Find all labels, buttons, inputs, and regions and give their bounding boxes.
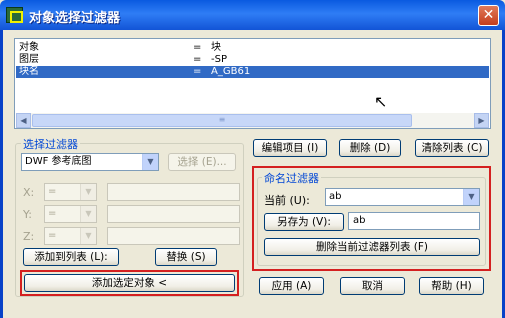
edit-item-button[interactable]: 编辑项目 (I)	[253, 139, 327, 157]
scroll-left-icon[interactable]: ◀	[16, 113, 31, 128]
x-value-field[interactable]	[107, 183, 240, 201]
replace-button[interactable]: 替换 (S)	[155, 248, 217, 266]
filter-name: 图层	[19, 54, 39, 65]
window-frame-left	[0, 30, 3, 318]
mouse-cursor-icon: ↖	[374, 92, 388, 111]
add-to-list-button[interactable]: 添加到列表 (L):	[23, 248, 119, 266]
filter-operator: =	[193, 54, 202, 65]
chevron-down-icon: ▼	[80, 206, 96, 222]
filter-type-value: DWF 参考底图	[25, 156, 92, 167]
horizontal-scrollbar[interactable]: ◀ ≡ ▶	[16, 113, 489, 128]
filter-value: 块	[211, 42, 221, 53]
chevron-down-icon: ▼	[463, 189, 479, 205]
y-operator-dropdown[interactable]: = ▼	[44, 205, 97, 223]
filter-list[interactable]: 对象 = 块 图层 = -SP 块名 = A_GB61 ◀ ≡ ▶	[14, 38, 491, 129]
z-operator-dropdown[interactable]: = ▼	[44, 227, 97, 245]
scroll-right-icon[interactable]: ▶	[474, 113, 489, 128]
select-filter-title: 选择过滤器	[21, 136, 80, 152]
filter-name: 对象	[19, 42, 39, 53]
help-button[interactable]: 帮助 (H)	[419, 277, 484, 295]
current-filter-label: 当前 (U):	[264, 194, 310, 207]
add-selected-objects-button[interactable]: 添加选定对象 <	[24, 274, 235, 292]
save-as-name-field[interactable]: ab	[348, 212, 480, 230]
chevron-down-icon: ▼	[80, 228, 96, 244]
delete-button[interactable]: 删除 (D)	[339, 139, 401, 157]
clear-list-button[interactable]: 清除列表 (C)	[415, 139, 489, 157]
y-operator-value: =	[48, 208, 57, 219]
y-value-field[interactable]	[107, 205, 240, 223]
x-operator-dropdown[interactable]: = ▼	[44, 183, 97, 201]
named-filters-title: 命名过滤器	[262, 170, 321, 186]
list-item-selected[interactable]: 块名 = A_GB61	[16, 66, 489, 78]
filter-operator: =	[193, 42, 202, 53]
cancel-button[interactable]: 取消	[340, 277, 405, 295]
z-operator-value: =	[48, 230, 57, 241]
apply-button[interactable]: 应用 (A)	[259, 277, 324, 295]
filter-operator: =	[193, 66, 202, 77]
object-selection-filter-dialog: 对象选择过滤器 ✕ 对象 = 块 图层 = -SP 块名 = A_GB61 ◀ …	[0, 0, 505, 318]
delete-current-filter-list-button[interactable]: 删除当前过滤器列表 (F)	[264, 238, 480, 256]
current-filter-value: ab	[329, 191, 342, 202]
list-item[interactable]: 对象 = 块	[16, 42, 489, 54]
filter-type-dropdown[interactable]: DWF 参考底图 ▼	[21, 153, 159, 171]
chevron-down-icon: ▼	[80, 184, 96, 200]
chevron-down-icon: ▼	[142, 154, 158, 170]
close-button[interactable]: ✕	[478, 5, 499, 26]
filter-name: 块名	[19, 66, 39, 77]
x-operator-value: =	[48, 186, 57, 197]
list-item[interactable]: 图层 = -SP	[16, 54, 489, 66]
y-label: Y:	[23, 208, 32, 221]
current-filter-dropdown[interactable]: ab ▼	[325, 188, 480, 206]
x-label: X:	[23, 186, 35, 199]
scroll-thumb[interactable]: ≡	[32, 114, 412, 127]
filter-value: -SP	[211, 54, 227, 65]
app-icon	[6, 7, 23, 23]
window-title: 对象选择过滤器	[29, 11, 121, 26]
z-label: Z:	[23, 230, 35, 243]
select-button[interactable]: 选择 (E)...	[168, 153, 236, 171]
save-as-button[interactable]: 另存为 (V):	[264, 213, 344, 231]
z-value-field[interactable]	[107, 227, 240, 245]
filter-value: A_GB61	[211, 66, 251, 77]
